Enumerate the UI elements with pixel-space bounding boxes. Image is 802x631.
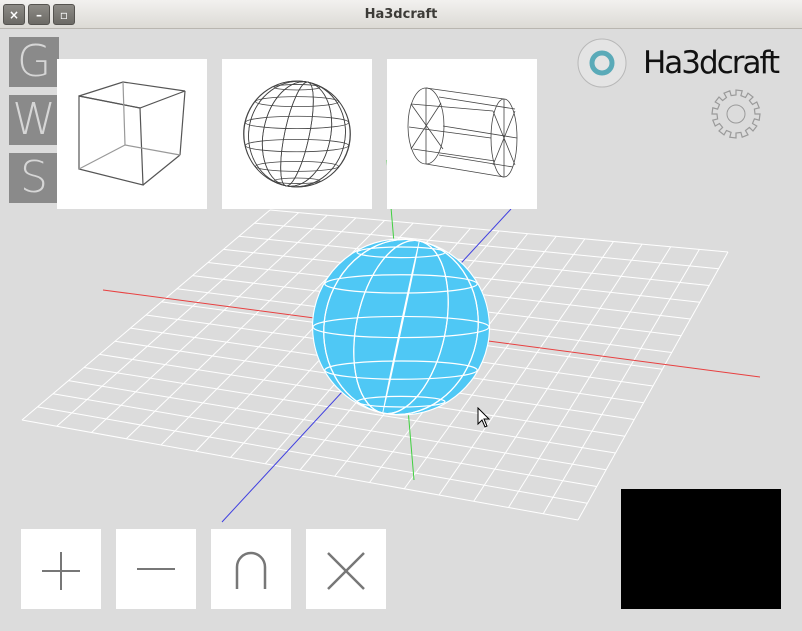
subtract-button[interactable] xyxy=(116,529,196,609)
sphere-wireframe-icon xyxy=(243,80,351,188)
mode-button-label: W xyxy=(12,94,56,145)
mesh-longitude xyxy=(248,80,346,188)
mouse-cursor-icon xyxy=(477,407,491,428)
mesh-latitude xyxy=(244,138,350,153)
intersect-button[interactable] xyxy=(211,529,291,609)
mode-button-label: S xyxy=(20,152,48,203)
mesh-longitude xyxy=(261,81,333,187)
add-cylinder-button[interactable] xyxy=(387,59,537,209)
mesh-latitude xyxy=(273,84,321,91)
grid-line xyxy=(473,243,643,502)
union-button[interactable] xyxy=(21,529,101,609)
window-title: Ha3dcraft xyxy=(364,7,438,22)
grid-line xyxy=(68,380,607,471)
cylinder-wireframe-icon xyxy=(407,87,518,178)
mesh-latitude xyxy=(273,177,321,184)
grid-line xyxy=(508,246,672,508)
delete-x-icon xyxy=(327,552,365,590)
app-logo-text: Ha3dcraft xyxy=(643,45,780,81)
delete-button[interactable] xyxy=(306,529,386,609)
mesh-latitude xyxy=(244,115,350,130)
intersection-icon xyxy=(235,551,267,589)
add-cube-button[interactable] xyxy=(57,59,207,209)
mesh-longitude xyxy=(280,81,314,187)
cube-wireframe-icon xyxy=(78,81,186,186)
grid-line xyxy=(577,251,729,521)
preview-panel xyxy=(621,489,781,609)
mesh-longitude xyxy=(248,80,346,188)
mode-button-s[interactable]: S xyxy=(9,153,59,203)
mode-button-w[interactable]: W xyxy=(9,95,59,145)
minus-icon xyxy=(137,568,175,570)
mesh-longitude xyxy=(261,81,333,187)
mode-button-label: G xyxy=(16,36,52,87)
plus-icon xyxy=(42,552,80,590)
mode-button-g[interactable]: G xyxy=(9,37,59,87)
logo-ring-icon xyxy=(577,38,627,88)
add-sphere-button[interactable] xyxy=(222,59,372,209)
grid-line xyxy=(542,249,700,515)
gear-icon[interactable] xyxy=(710,88,762,140)
window-titlebar[interactable]: × – ▫ Ha3dcraft xyxy=(0,0,802,29)
sphere-object[interactable] xyxy=(296,223,506,432)
